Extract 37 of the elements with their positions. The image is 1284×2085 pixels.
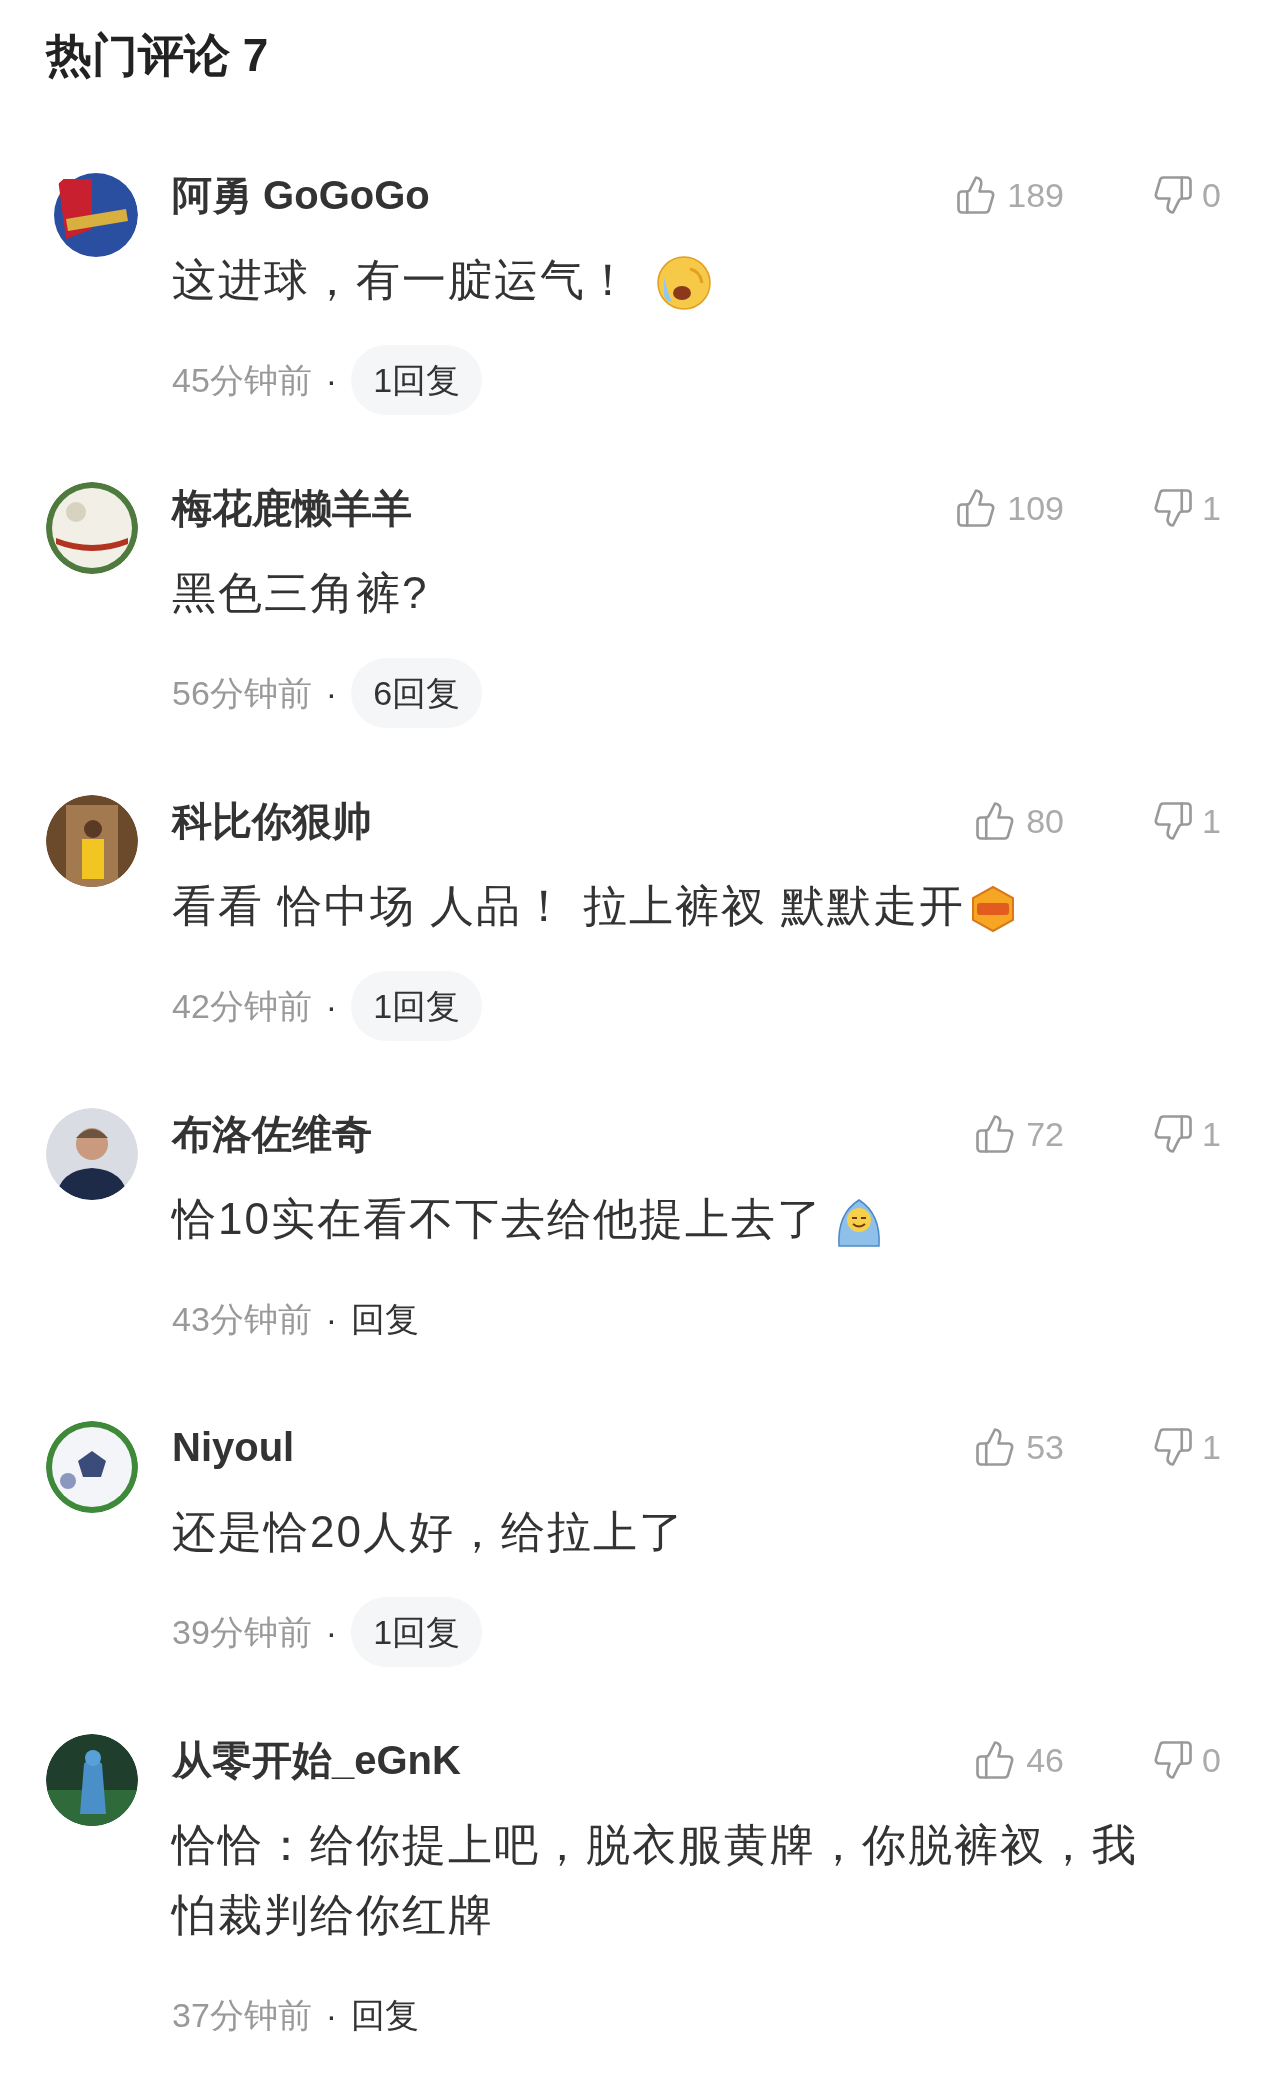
separator-dot: ·: [325, 1994, 338, 2036]
separator-dot: ·: [325, 359, 338, 401]
separator-dot: ·: [325, 1611, 338, 1653]
comment-text: 黑色三角裤?: [172, 568, 429, 617]
separator-dot: ·: [325, 1298, 338, 1340]
reply-button[interactable]: 1回复: [351, 345, 483, 415]
thumbs-down-icon: [1152, 1739, 1194, 1781]
thumbs-down-icon: [1152, 1113, 1194, 1155]
separator-dot: ·: [325, 672, 338, 714]
reply-button[interactable]: 1回复: [351, 971, 483, 1041]
comment-text: 这进球，有一腚运气！: [172, 255, 632, 304]
thumbs-down-icon: [1152, 1426, 1194, 1468]
reply-link[interactable]: 回复: [351, 1284, 420, 1354]
timestamp: 37分钟前: [172, 1994, 312, 2036]
separator-dot: ·: [325, 985, 338, 1027]
timestamp: 39分钟前: [172, 1611, 312, 1653]
username[interactable]: 布洛佐维奇: [172, 1104, 372, 1164]
thumbs-down-icon: [1152, 487, 1194, 529]
timestamp: 56分钟前: [172, 672, 312, 714]
comment-text: 看看 恰中场 人品！ 拉上裤衩 默默走开: [172, 881, 965, 930]
thumbs-down-icon: [1152, 800, 1194, 842]
timestamp: 45分钟前: [172, 359, 312, 401]
timestamp: 42分钟前: [172, 985, 312, 1027]
username[interactable]: Niyoul: [172, 1417, 295, 1477]
username[interactable]: 从零开始_eGnK: [172, 1730, 461, 1790]
username[interactable]: 科比你狠帅: [172, 791, 372, 851]
username[interactable]: 梅花鹿懒羊羊: [172, 478, 412, 538]
thumbs-down-icon: [1152, 174, 1194, 216]
timestamp: 43分钟前: [172, 1298, 312, 1340]
comment-text: 恰10实在看不下去给他提上去了: [172, 1194, 823, 1243]
comment-text: 恰恰：给你提上吧，脱衣服黄牌，你脱裤衩，我怕裁判给你红牌: [172, 1820, 1138, 1939]
reply-button[interactable]: 6回复: [351, 658, 483, 728]
username[interactable]: 阿勇 GoGoGo: [172, 165, 430, 225]
reply-link[interactable]: 回复: [351, 1980, 420, 2050]
comment-text: 还是恰20人好，给拉上了: [172, 1507, 685, 1556]
reply-button[interactable]: 1回复: [351, 1597, 483, 1667]
section-title: 热门评论 7: [46, 28, 270, 83]
